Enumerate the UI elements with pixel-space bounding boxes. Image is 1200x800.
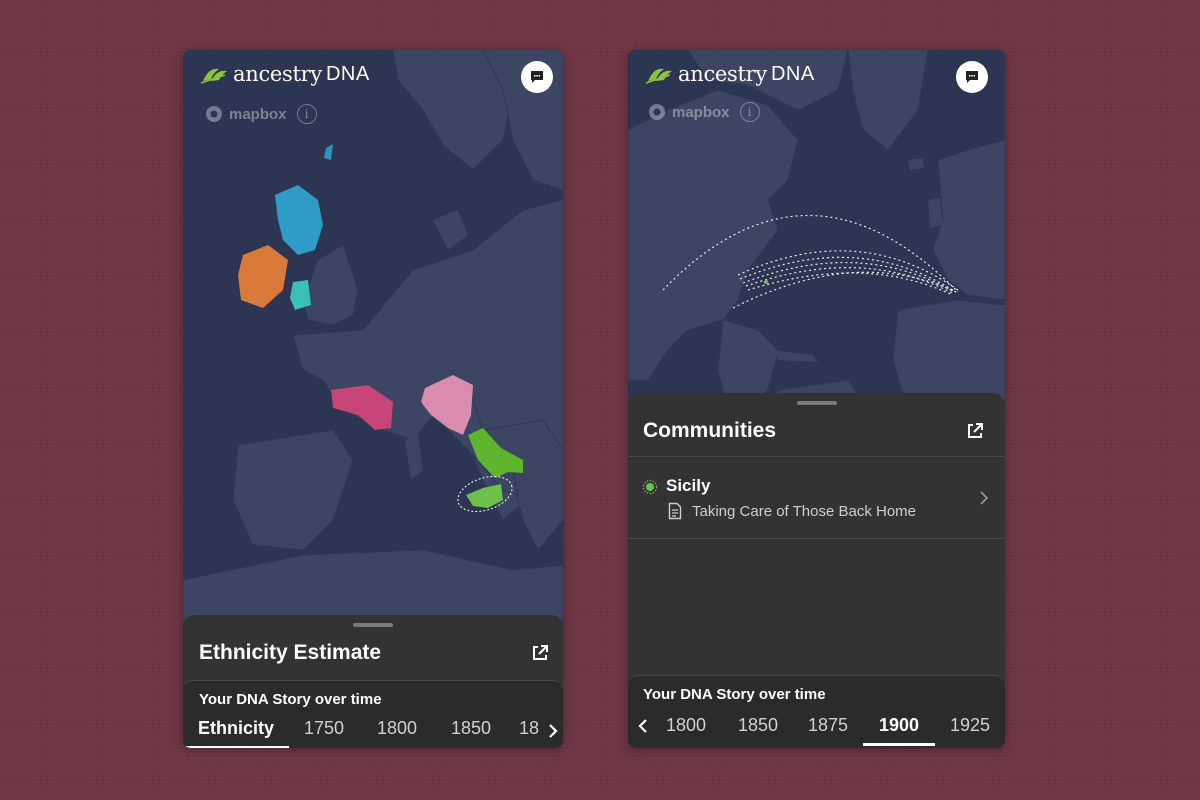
drag-handle[interactable] (353, 623, 393, 627)
logo-word: ancestry (233, 62, 322, 86)
chevron-right-icon (549, 724, 558, 738)
tab-1875[interactable]: 1875 (798, 712, 858, 746)
region-wales (290, 280, 311, 310)
timeline-title: Your DNA Story over time (643, 686, 826, 703)
ethnicity-map[interactable] (183, 50, 563, 620)
logo-dna: DNA (770, 62, 815, 85)
drag-handle[interactable] (796, 401, 837, 405)
community-item-sicily[interactable]: Sicily Taking Care of Those Back Home (628, 456, 1005, 539)
leaf-icon (645, 68, 672, 84)
ethnicity-screen: ancestry DNA mapbox i Ethnicity Estimate … (183, 50, 563, 748)
document-icon (668, 502, 682, 520)
sheet-title: Ethnicity Estimate (199, 641, 382, 664)
ethnicity-sheet: Ethnicity Estimate Your DNA Story over t… (183, 615, 563, 748)
community-name: Sicily (666, 476, 711, 495)
logo-dna: DNA (325, 62, 370, 85)
timeline-title: Your DNA Story over time (199, 691, 382, 708)
chat-button[interactable] (521, 61, 553, 93)
chat-icon (531, 71, 543, 83)
mapbox-icon (649, 104, 665, 120)
logo-word: ancestry (678, 62, 767, 86)
chevron-right-icon (980, 491, 989, 505)
origin-dot (764, 280, 768, 284)
leaf-icon (200, 68, 227, 84)
chevron-left-icon (638, 719, 647, 733)
dna-story-timeline: Your DNA Story over time Ethnicity 1750 … (183, 680, 563, 748)
land-iceland (908, 158, 924, 170)
tab-1750[interactable]: 1750 (295, 715, 353, 748)
chat-icon (966, 71, 978, 83)
tab-1850[interactable]: 1850 (441, 715, 501, 748)
community-dot-icon (642, 479, 658, 495)
communities-screen: ancestry DNA mapbox i Communities Sicily… (628, 50, 1005, 748)
ancestry-dna-logo: ancestry DNA (644, 62, 815, 86)
external-link-icon[interactable] (530, 643, 550, 663)
chat-button[interactable] (956, 61, 988, 93)
info-icon[interactable]: i (739, 102, 760, 122)
tab-1800[interactable]: 1800 (656, 712, 716, 746)
external-link-icon[interactable] (965, 421, 985, 441)
tab-1800[interactable]: 1800 (367, 715, 427, 748)
info-icon[interactable]: i (296, 104, 317, 124)
sheet-title: Communities (643, 419, 777, 442)
tab-1925[interactable]: 1925 (940, 712, 1000, 746)
tab-1900[interactable]: 1900 (863, 712, 935, 746)
next-arrow[interactable] (543, 719, 563, 743)
mapbox-icon (206, 106, 222, 122)
mapbox-attribution[interactable]: mapbox i (648, 102, 760, 122)
mapbox-label: mapbox (229, 105, 287, 123)
tab-partial[interactable]: 18 (515, 715, 543, 748)
tab-1850[interactable]: 1850 (728, 712, 788, 746)
communities-sheet: Communities Sicily Taking Care of Those … (628, 393, 1005, 748)
dna-story-timeline: Your DNA Story over time 1800 1850 1875 … (628, 675, 1005, 748)
mapbox-attribution[interactable]: mapbox i (205, 104, 317, 124)
tab-ethnicity[interactable]: Ethnicity (183, 715, 289, 748)
mapbox-label: mapbox (672, 103, 730, 121)
community-story: Taking Care of Those Back Home (692, 503, 916, 520)
ancestry-dna-logo: ancestry DNA (199, 62, 370, 86)
prev-arrow[interactable] (633, 714, 653, 738)
